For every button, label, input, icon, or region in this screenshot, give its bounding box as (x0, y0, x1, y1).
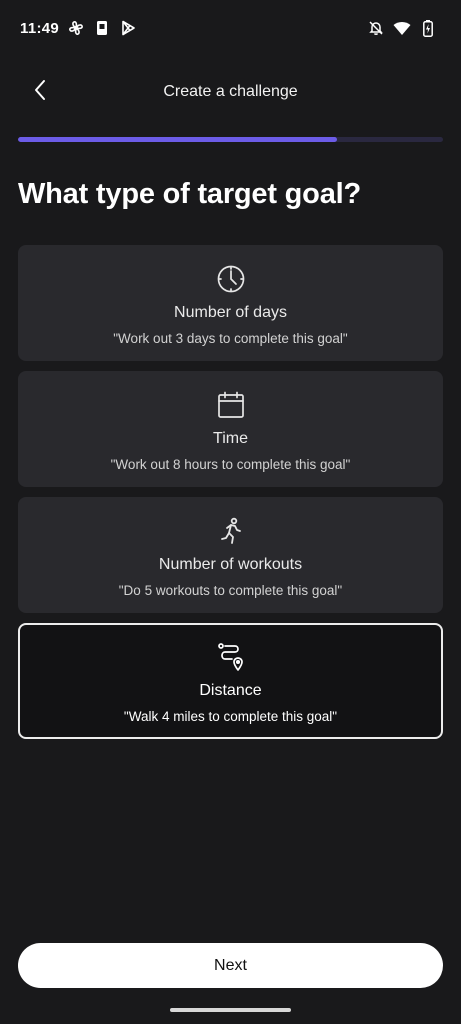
phone-notification-icon (93, 19, 111, 37)
option-description: "Walk 4 miles to complete this goal" (123, 709, 338, 724)
option-title: Distance (199, 682, 262, 699)
status-left: 11:49 (20, 19, 137, 37)
option-number-of-days[interactable]: Number of days "Work out 3 days to compl… (18, 245, 443, 361)
question-heading: What type of target goal? (18, 178, 362, 210)
status-time: 11:49 (20, 19, 60, 37)
option-title: Number of days (174, 304, 287, 321)
progress-fill (18, 137, 337, 142)
calendar-icon (216, 390, 246, 420)
option-title: Number of workouts (158, 556, 303, 573)
home-indicator[interactable] (170, 1008, 291, 1012)
battery-charging-icon (419, 19, 437, 37)
option-title: Time (213, 430, 248, 447)
status-bar: 11:49 (0, 0, 461, 56)
option-description: "Work out 8 hours to complete this goal" (110, 457, 351, 472)
clock-icon (216, 264, 246, 294)
goal-options-list: Number of days "Work out 3 days to compl… (18, 245, 443, 749)
option-description: "Do 5 workouts to complete this goal" (118, 583, 343, 598)
option-distance[interactable]: Distance "Walk 4 miles to complete this … (18, 623, 443, 739)
option-description: "Work out 3 days to complete this goal" (113, 331, 348, 346)
option-time[interactable]: Time "Work out 8 hours to complete this … (18, 371, 443, 487)
page-title: Create a challenge (163, 83, 298, 100)
option-number-of-workouts[interactable]: Number of workouts "Do 5 workouts to com… (18, 497, 443, 613)
chevron-left-icon (33, 79, 47, 106)
next-button[interactable]: Next (18, 943, 443, 988)
app-header: Create a challenge (0, 64, 461, 120)
pinwheel-icon (67, 19, 85, 37)
route-icon (216, 642, 246, 672)
status-right (367, 19, 437, 37)
progress-bar (18, 137, 443, 142)
notifications-off-icon (367, 19, 385, 37)
wifi-icon (393, 19, 411, 37)
play-store-icon (119, 19, 137, 37)
running-icon (216, 516, 246, 546)
back-button[interactable] (24, 78, 56, 106)
